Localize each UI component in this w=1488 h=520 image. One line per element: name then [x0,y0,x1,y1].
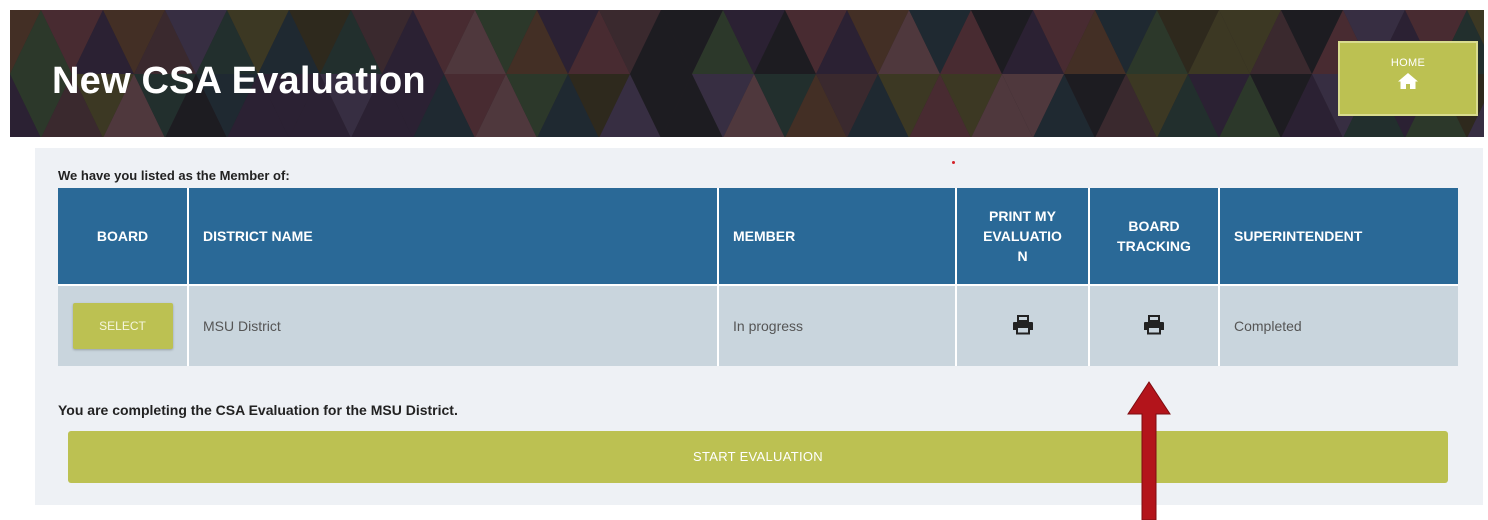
column-header-district-name: DISTRICT NAME [188,188,719,285]
column-header-board-tracking: BOARD TRACKING [1089,188,1220,285]
table-row: SELECT MSU District In progress Complete… [58,284,1458,366]
table-header-row: BOARD DISTRICT NAME MEMBER PRINT MY EVAL… [58,188,1458,285]
header-text-line: PRINT MY [989,207,1056,224]
column-header-print-my-evaluation: PRINT MY EVALUATIO N [956,188,1090,285]
header-banner: New CSA Evaluation HOME [10,10,1484,137]
home-button-label: HOME [1390,57,1426,69]
member-panel: We have you listed as the Member of: BOA… [35,148,1483,505]
marker-dot [952,161,955,164]
header-text-line: BOARD [1128,217,1180,234]
header-text-line: EVALUATIO [983,227,1062,244]
header-text-line: TRACKING [1117,238,1191,254]
print-evaluation-cell [956,284,1090,366]
district-name-cell: MSU District [188,284,719,366]
board-cell: SELECT [58,284,189,366]
printer-icon[interactable] [1143,314,1165,335]
red-arrow-annotation [1127,381,1171,520]
column-header-superintendent: SUPERINTENDENT [1219,188,1458,285]
superintendent-status-cell: Completed [1219,284,1458,366]
board-tracking-cell [1089,284,1220,366]
printer-icon[interactable] [1012,314,1034,335]
completing-message: You are completing the CSA Evaluation fo… [58,402,458,418]
select-button[interactable]: SELECT [72,303,173,349]
start-evaluation-button[interactable]: START EVALUATION [68,431,1448,483]
membership-table: BOARD DISTRICT NAME MEMBER PRINT MY EVAL… [58,188,1458,366]
header-text-line: N [1017,248,1028,265]
column-header-board: BOARD [58,188,189,285]
home-icon [1398,73,1418,89]
home-button[interactable]: HOME [1338,41,1478,116]
page-title: New CSA Evaluation [52,60,426,102]
member-status-cell: In progress [718,284,957,366]
column-header-member: MEMBER [718,188,957,285]
member-listing-label: We have you listed as the Member of: [58,168,290,183]
